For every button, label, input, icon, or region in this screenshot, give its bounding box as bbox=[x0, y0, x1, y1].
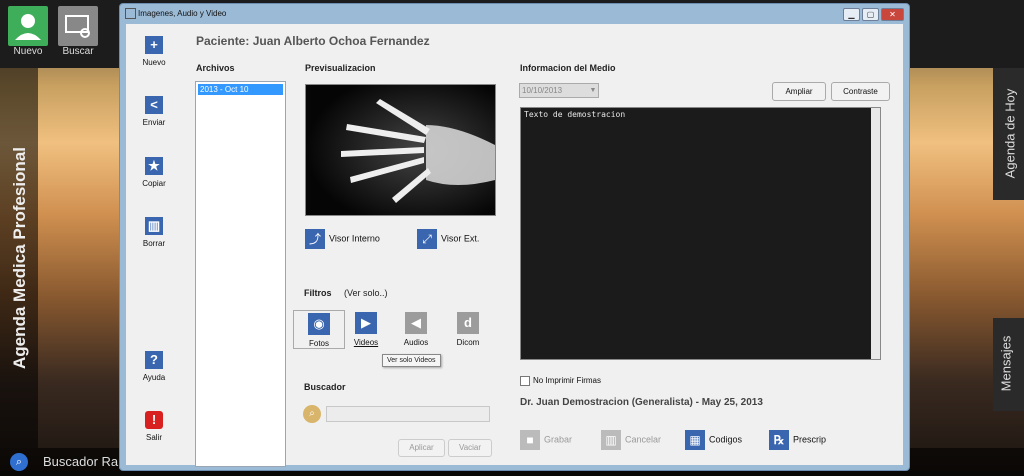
grabar-label: Grabar bbox=[544, 434, 573, 445]
user-icon bbox=[8, 6, 48, 46]
left-toolbar: + Nuevo < Enviar ★ Copiar ▥ Borrar ? Ayu… bbox=[126, 24, 182, 465]
share-icon: < bbox=[145, 96, 163, 114]
agenda-panel[interactable]: Agenda de Hoy bbox=[993, 68, 1024, 200]
ampliar-button[interactable]: Ampliar bbox=[772, 82, 826, 101]
cancelar-button[interactable]: ▥ Cancelar bbox=[601, 430, 661, 450]
top-nuevo-label: Nuevo bbox=[13, 46, 43, 57]
trash-icon: ▥ bbox=[601, 430, 621, 450]
filtros-title: Filtros bbox=[304, 288, 332, 298]
rx-icon: ℞ bbox=[769, 430, 789, 450]
prescrip-label: Prescrip bbox=[793, 434, 827, 445]
video-camera-icon: ▶ bbox=[355, 312, 377, 334]
dicom-icon: d bbox=[457, 312, 479, 334]
enviar-button[interactable]: < Enviar bbox=[126, 96, 182, 127]
checkbox-box[interactable] bbox=[520, 376, 530, 386]
close-button[interactable]: ✕ bbox=[881, 8, 904, 21]
ayuda-button[interactable]: ? Ayuda bbox=[126, 351, 182, 382]
title-bar: Imagenes, Audio y Video ▁ ▢ ✕ bbox=[120, 4, 909, 22]
no-imprimir-checkbox[interactable]: No Imprimir Firmas bbox=[520, 376, 601, 386]
window-title: Imagenes, Audio y Video bbox=[138, 9, 227, 18]
help-icon: ? bbox=[145, 351, 163, 369]
nuevo-label: Nuevo bbox=[142, 58, 166, 67]
agenda-label: Agenda de Hoy bbox=[1002, 88, 1018, 179]
filter-fotos[interactable]: ◉ Fotos bbox=[293, 310, 345, 349]
prescrip-button[interactable]: ℞ Prescrip bbox=[769, 430, 826, 450]
speaker-icon: ◀ bbox=[405, 312, 427, 334]
videos-label: Videos bbox=[353, 338, 379, 347]
maximize-button[interactable]: ▢ bbox=[862, 8, 879, 21]
xray-preview[interactable] bbox=[305, 84, 496, 216]
codigos-button[interactable]: ▦ Codigos bbox=[685, 430, 742, 450]
left-banner: Agenda Medica Profesional bbox=[0, 68, 38, 448]
filter-videos[interactable]: ▶ Videos bbox=[341, 312, 391, 347]
visor-ext-button[interactable]: ⤢ Visor Ext. bbox=[417, 229, 479, 249]
xray-hand-image bbox=[306, 85, 495, 215]
chevron-down-icon: ▼ bbox=[589, 87, 597, 94]
media-window: Imagenes, Audio y Video ▁ ▢ ✕ + Nuevo < … bbox=[119, 3, 910, 471]
top-nuevo-button[interactable]: Nuevo bbox=[6, 6, 50, 62]
quick-search-icon[interactable]: ⌕ bbox=[10, 453, 28, 471]
videos-tooltip: Ver solo Videos bbox=[382, 354, 441, 367]
fotos-label: Fotos bbox=[308, 339, 329, 348]
save-icon: ■ bbox=[520, 430, 540, 450]
app-name: Agenda Medica Profesional bbox=[10, 147, 29, 369]
date-value: 10/10/2013 bbox=[522, 86, 563, 95]
audios-label: Audios bbox=[403, 338, 429, 347]
enviar-label: Enviar bbox=[142, 118, 166, 127]
notes-text: Texto de demostracion bbox=[524, 110, 626, 119]
cancelar-label: Cancelar bbox=[625, 434, 662, 445]
date-select[interactable]: 10/10/2013 ▼ bbox=[519, 83, 599, 98]
aplicar-button[interactable]: Aplicar bbox=[398, 439, 445, 457]
search-icon: ⌕ bbox=[303, 405, 321, 423]
buscador-title: Buscador bbox=[304, 382, 346, 392]
borrar-label: Borrar bbox=[142, 239, 166, 248]
top-buscar-label: Buscar bbox=[62, 46, 94, 57]
grabar-button[interactable]: ■ Grabar bbox=[520, 430, 572, 450]
salir-label: Salir bbox=[145, 433, 162, 442]
star-icon: ★ bbox=[145, 157, 163, 175]
top-buscar-button[interactable]: Buscar bbox=[56, 6, 100, 62]
nuevo-button[interactable]: + Nuevo bbox=[126, 36, 182, 67]
ayuda-label: Ayuda bbox=[142, 373, 166, 382]
quick-search-label[interactable]: Buscador Rapi bbox=[43, 454, 128, 469]
external-view-icon: ⤴ bbox=[305, 229, 325, 249]
patient-name: Paciente: Juan Alberto Ochoa Fernandez bbox=[196, 34, 430, 48]
preview-title: Previsualizacion bbox=[305, 63, 376, 73]
camera-icon: ◉ bbox=[308, 313, 330, 335]
search-input[interactable] bbox=[326, 406, 490, 422]
grid-icon: ▦ bbox=[685, 430, 705, 450]
filter-audios[interactable]: ◀ Audios bbox=[391, 312, 441, 347]
mensajes-panel[interactable]: Mensajes bbox=[993, 318, 1024, 411]
info-title: Informacion del Medio bbox=[520, 63, 616, 73]
search-screen-icon bbox=[58, 6, 98, 46]
salir-button[interactable]: ! Salir bbox=[126, 411, 182, 442]
mensajes-label: Mensajes bbox=[998, 335, 1014, 392]
fullscreen-icon: ⤢ bbox=[417, 229, 437, 249]
filtros-subtitle: (Ver solo..) bbox=[344, 288, 388, 298]
filter-dicom[interactable]: d Dicom bbox=[443, 312, 493, 347]
window-client: + Nuevo < Enviar ★ Copiar ▥ Borrar ? Ayu… bbox=[126, 24, 903, 467]
copiar-button[interactable]: ★ Copiar bbox=[126, 157, 182, 188]
visor-interno-button[interactable]: ⤴ Visor Interno bbox=[305, 229, 380, 249]
no-imprimir-label: No Imprimir Firmas bbox=[533, 376, 601, 386]
scrollbar[interactable] bbox=[871, 108, 880, 359]
copiar-label: Copiar bbox=[142, 179, 166, 188]
contraste-button[interactable]: Contraste bbox=[831, 82, 890, 101]
dicom-label: Dicom bbox=[456, 338, 480, 347]
vaciar-button[interactable]: Vaciar bbox=[448, 439, 492, 457]
list-item[interactable]: 2013 - Oct 10 bbox=[198, 84, 283, 95]
visor-ext-label: Visor Ext. bbox=[441, 233, 480, 244]
exit-icon: ! bbox=[145, 411, 163, 429]
visor-interno-label: Visor Interno bbox=[329, 233, 380, 244]
minimize-button[interactable]: ▁ bbox=[843, 8, 860, 21]
codigos-label: Codigos bbox=[709, 434, 743, 445]
notes-textarea[interactable]: Texto de demostracion bbox=[520, 107, 881, 360]
files-list[interactable]: 2013 - Oct 10 bbox=[195, 81, 286, 467]
trash-icon: ▥ bbox=[145, 217, 163, 235]
doctor-signature: Dr. Juan Demostracion (Generalista) - Ma… bbox=[520, 397, 763, 408]
archivos-title: Archivos bbox=[196, 63, 235, 73]
plus-icon: + bbox=[145, 36, 163, 54]
borrar-button[interactable]: ▥ Borrar bbox=[126, 217, 182, 248]
window-icon bbox=[125, 8, 136, 19]
